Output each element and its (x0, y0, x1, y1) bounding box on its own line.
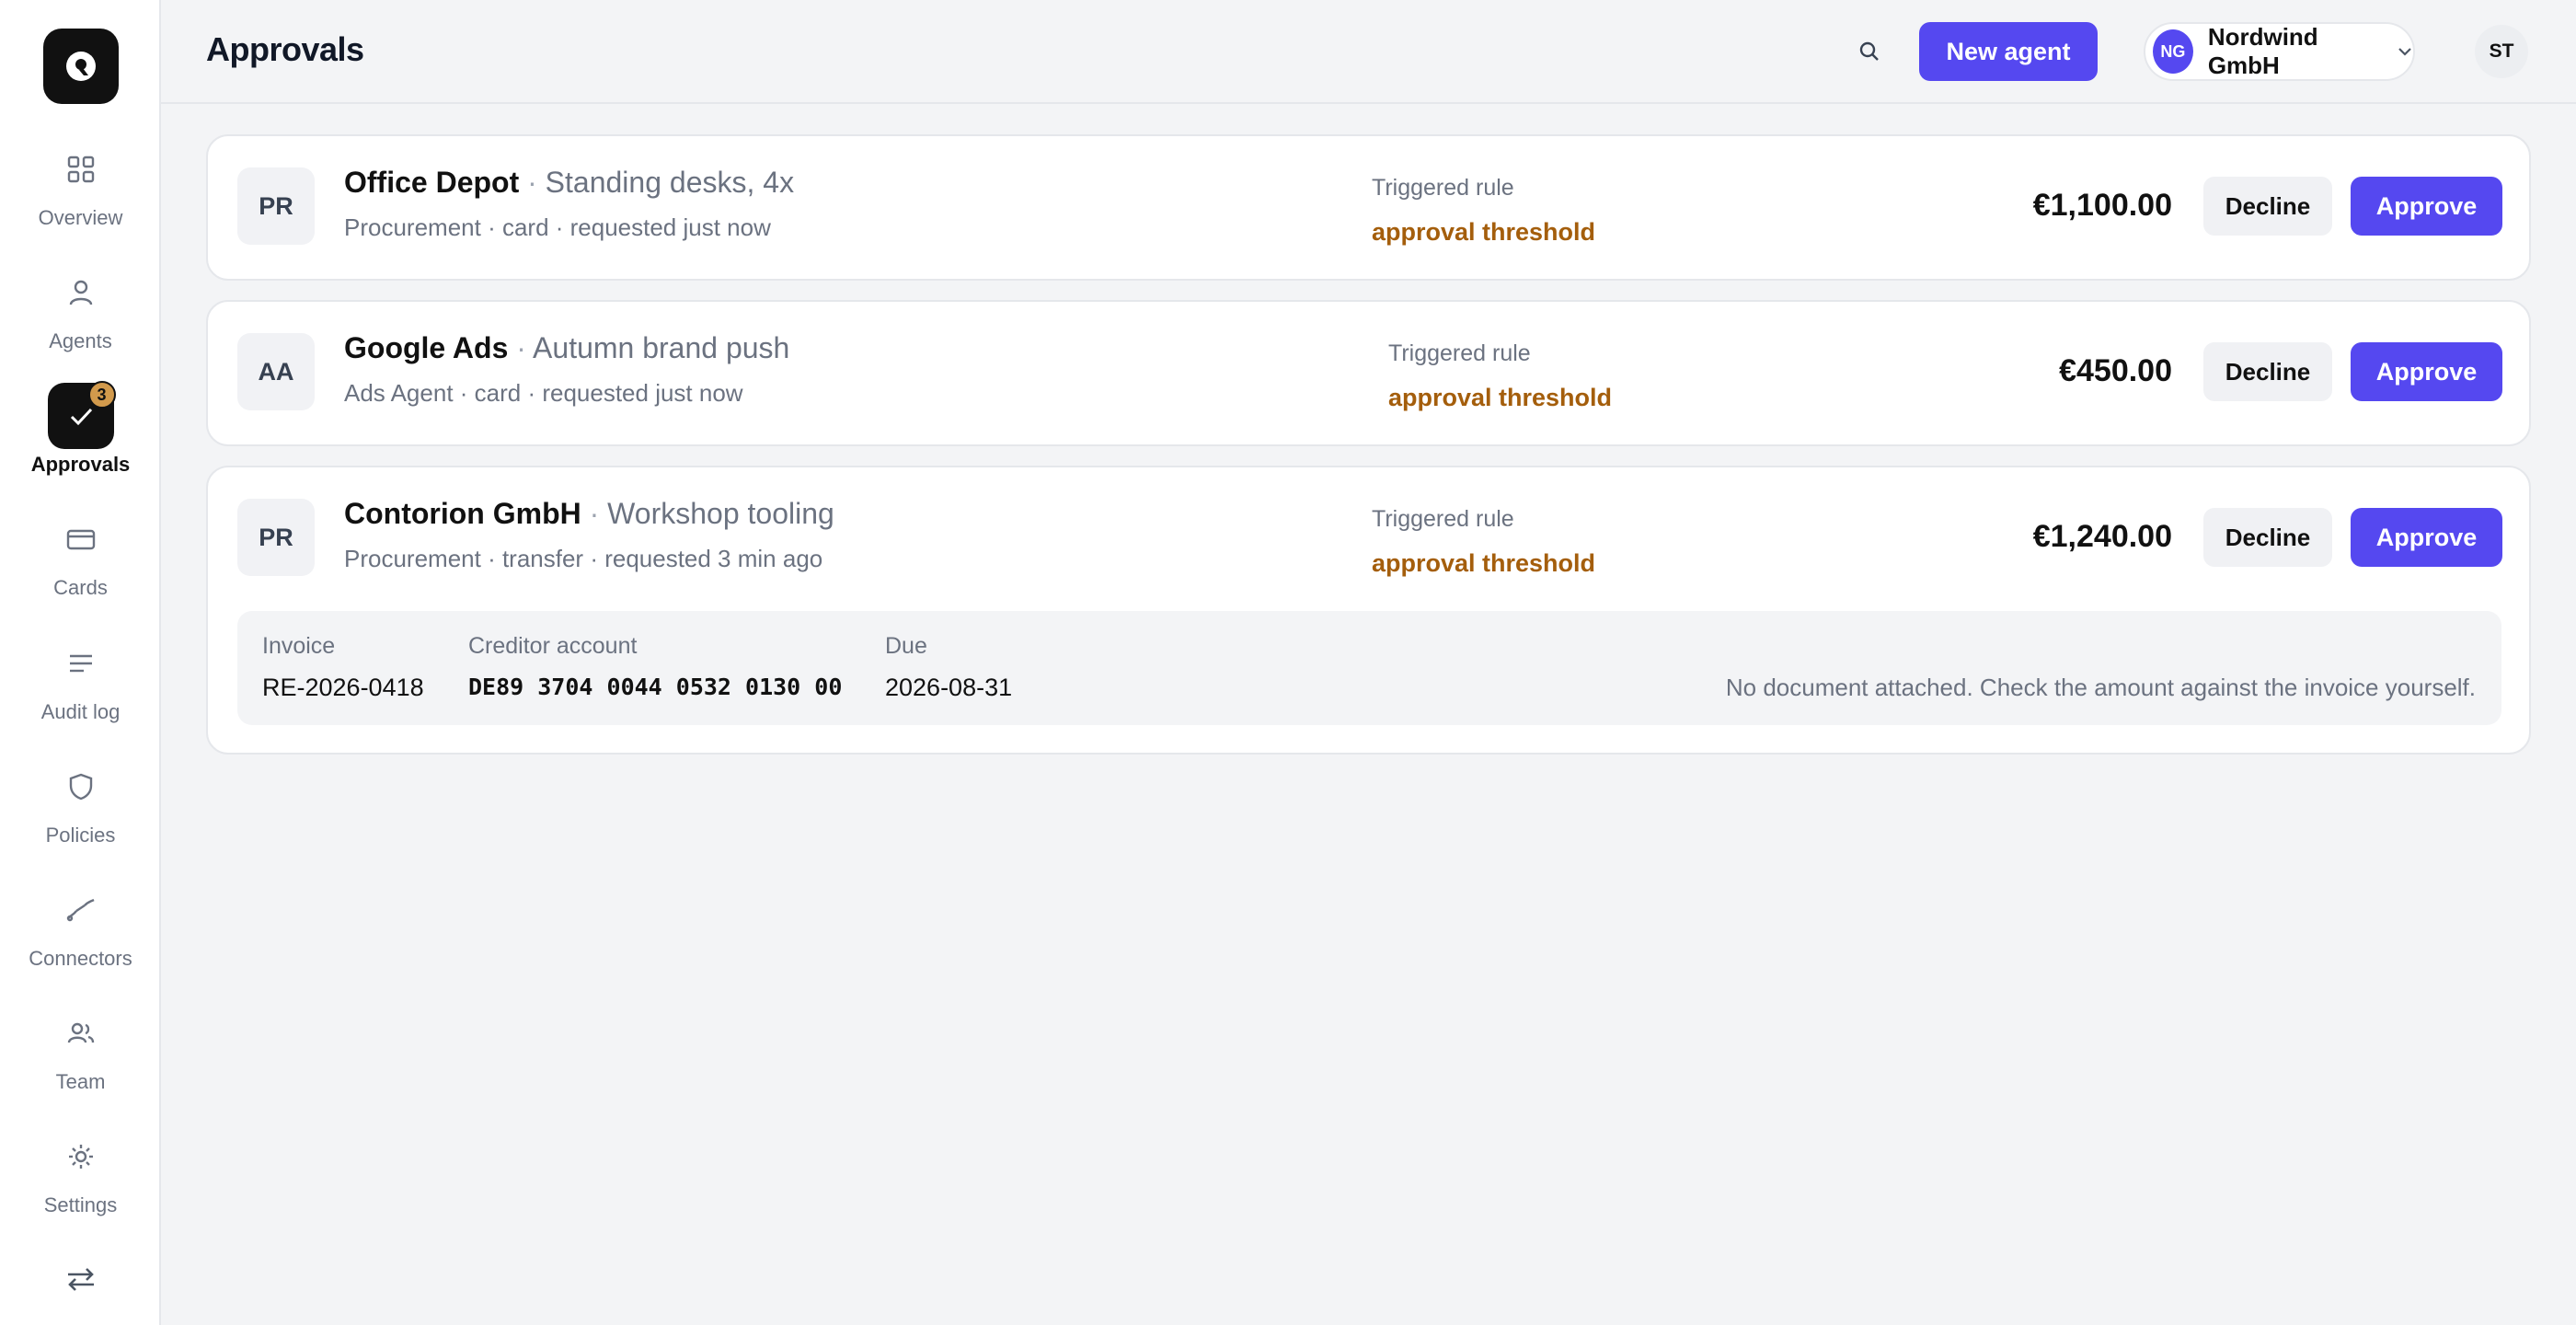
q-logo-icon (66, 52, 96, 81)
request-purpose: Autumn brand push (533, 331, 790, 364)
title-separator: · (516, 331, 526, 364)
sidebar-item-overview[interactable]: Overview (0, 136, 161, 247)
requester-initials: PR (237, 499, 315, 576)
request-meta: Ads Agent · card · requested just now (344, 379, 743, 407)
title-separator: · (589, 497, 600, 530)
org-switcher[interactable]: NG Nordwind GmbH (2144, 22, 2415, 81)
sidebar-item-team[interactable]: Team (0, 1000, 161, 1111)
swap-icon[interactable] (61, 1262, 101, 1296)
page-title: Approvals (206, 30, 364, 68)
search-button[interactable] (1851, 33, 1888, 70)
check-icon: 3 (47, 381, 116, 449)
creditor-account-label: Creditor account (468, 633, 638, 659)
approve-button[interactable]: Approve (2351, 342, 2502, 401)
triggered-rule-label: Triggered rule (1372, 175, 1514, 201)
sidebar-item-label: Audit log (40, 700, 121, 723)
triggered-rule-value: approval threshold (1388, 384, 1613, 411)
request-amount: €1,240.00 (2032, 519, 2172, 554)
sidebar: Overview Agents 3 Approvals Cards Audit … (0, 0, 161, 1325)
sidebar-item-approvals[interactable]: 3 Approvals (0, 381, 161, 493)
approval-card: PR Office Depot · Standing desks, 4x Pro… (206, 134, 2531, 281)
request-title: Contorion GmbH · Workshop tooling (344, 497, 834, 531)
triggered-rule-value: approval threshold (1372, 218, 1596, 246)
sidebar-item-label: Overview (38, 206, 123, 229)
requester-initials: AA (237, 333, 315, 410)
due-date: 2026-08-31 (885, 674, 1013, 701)
new-agent-button[interactable]: New agent (1919, 22, 2098, 81)
sidebar-item-label: Cards (53, 576, 108, 599)
sidebar-item-label: Approvals (30, 453, 131, 476)
request-purpose: Standing desks, 4x (545, 166, 795, 199)
sidebar-item-cards[interactable]: Cards (0, 506, 161, 616)
sidebar-item-label: Connectors (29, 947, 132, 970)
app-root: Overview Agents 3 Approvals Cards Audit … (0, 0, 2576, 1325)
org-avatar: NG (2153, 29, 2193, 74)
sidebar-item-agents[interactable]: Agents (0, 259, 161, 370)
approval-card: PR Contorion GmbH · Workshop tooling Pro… (206, 466, 2531, 755)
shield-icon (48, 754, 114, 820)
search-icon (1859, 41, 1879, 61)
approve-button[interactable]: Approve (2351, 177, 2502, 236)
request-meta: Procurement · card · requested just now (344, 213, 771, 241)
sidebar-item-label: Settings (43, 1193, 118, 1216)
transfer-details: Invoice RE-2026-0418 Creditor account DE… (237, 611, 2501, 725)
merchant-name: Contorion GmbH (344, 497, 581, 530)
user-avatar[interactable]: ST (2475, 25, 2528, 78)
invoice-label: Invoice (262, 633, 336, 659)
team-icon (48, 1000, 114, 1066)
grid-icon (48, 136, 114, 202)
approvals-count-badge: 3 (87, 381, 116, 409)
request-meta: Procurement · transfer · requested 3 min… (344, 545, 823, 572)
request-amount: €450.00 (2059, 353, 2172, 388)
sidebar-item-connectors[interactable]: Connectors (0, 877, 161, 987)
user-icon (48, 259, 114, 326)
sidebar-item-label: Agents (49, 329, 112, 352)
chevron-down-icon (2397, 46, 2413, 57)
invoice-number: RE-2026-0418 (262, 674, 424, 701)
merchant-name: Office Depot (344, 166, 520, 199)
triggered-rule-label: Triggered rule (1372, 506, 1514, 532)
request-amount: €1,100.00 (2032, 188, 2172, 223)
requester-initials: PR (237, 167, 315, 245)
request-purpose: Workshop tooling (607, 497, 834, 530)
sidebar-item-policies[interactable]: Policies (0, 754, 161, 864)
creditor-account-iban: DE89 3704 0044 0532 0130 00 (468, 674, 843, 700)
card-icon (48, 506, 114, 572)
logo[interactable] (43, 29, 119, 104)
sidebar-item-label: Team (55, 1070, 106, 1093)
sidebar-item-settings[interactable]: Settings (0, 1123, 161, 1234)
due-label: Due (885, 633, 927, 659)
decline-button[interactable]: Decline (2203, 177, 2332, 236)
sidebar-item-audit-log[interactable]: Audit log (0, 630, 161, 741)
gear-icon (48, 1123, 114, 1190)
document-note: No document attached. Check the amount a… (1725, 674, 2476, 701)
decline-button[interactable]: Decline (2203, 342, 2332, 401)
approval-card: AA Google Ads · Autumn brand push Ads Ag… (206, 300, 2531, 446)
approve-button[interactable]: Approve (2351, 508, 2502, 567)
request-title: Google Ads · Autumn brand push (344, 331, 789, 365)
header: Approvals New agent NG Nordwind GmbH ST (161, 0, 2576, 104)
lines-icon (48, 630, 114, 697)
merchant-name: Google Ads (344, 331, 509, 364)
request-title: Office Depot · Standing desks, 4x (344, 166, 794, 200)
link-icon (48, 877, 114, 943)
decline-button[interactable]: Decline (2203, 508, 2332, 567)
sidebar-item-label: Policies (45, 824, 116, 847)
org-name: Nordwind GmbH (2207, 23, 2318, 79)
triggered-rule-label: Triggered rule (1388, 340, 1531, 366)
triggered-rule-value: approval threshold (1372, 549, 1596, 577)
title-separator: · (527, 166, 537, 199)
